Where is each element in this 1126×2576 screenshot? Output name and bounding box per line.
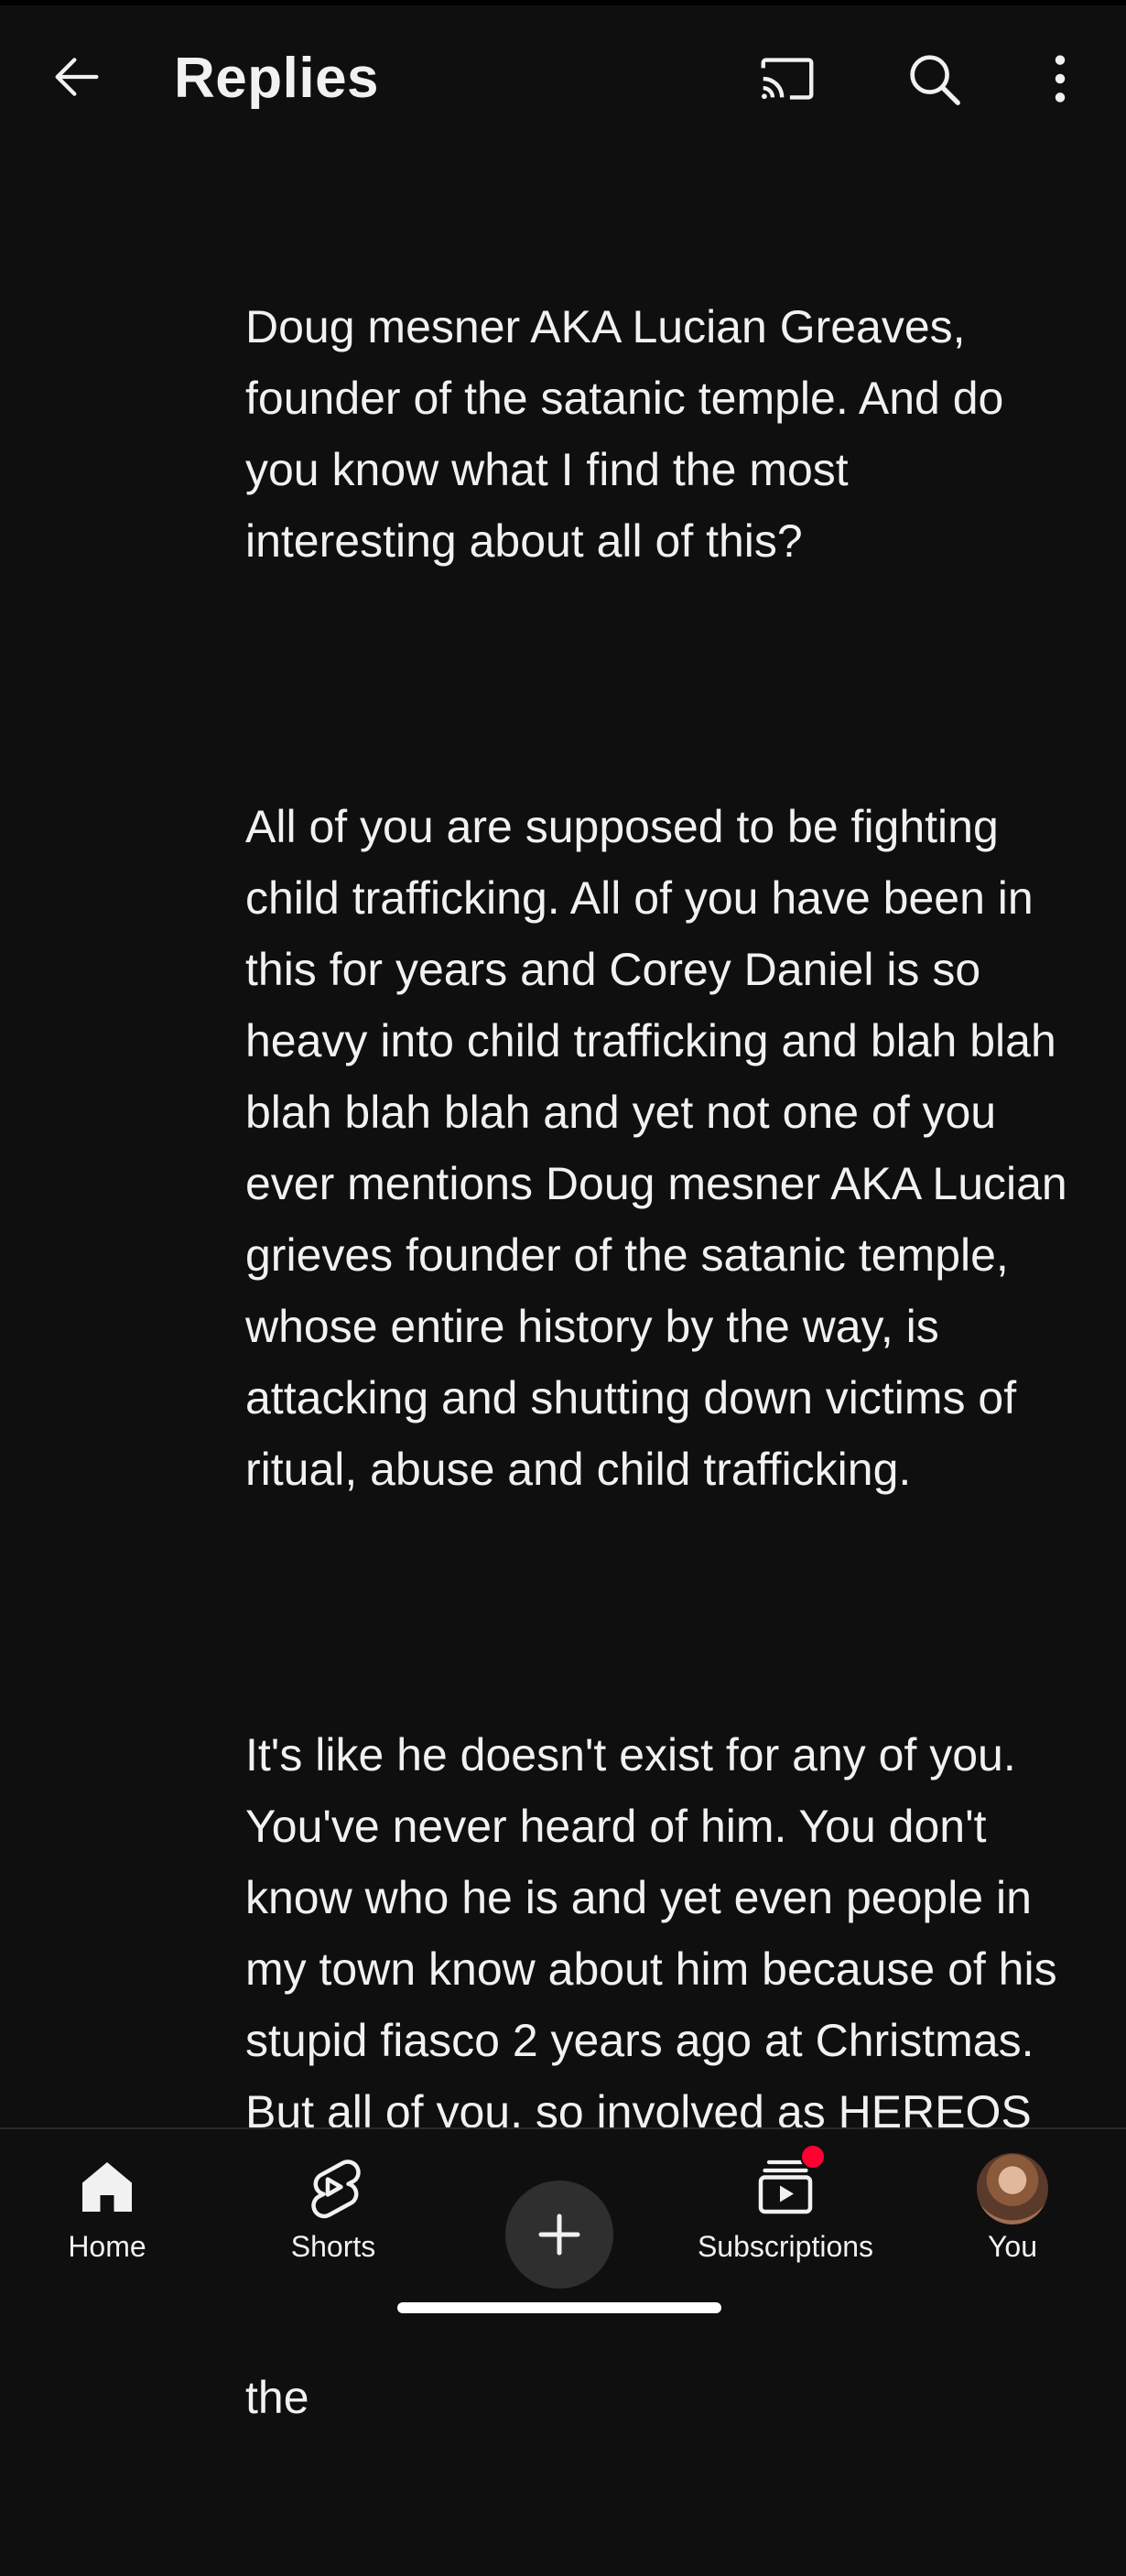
home-icon [82,2162,132,2212]
back-arrow-icon [55,58,99,96]
notification-dot [800,2144,826,2170]
more-options-button[interactable] [1023,42,1097,115]
shorts-icon [311,2159,361,2219]
comment-paragraph: Doug mesner AKA Lucian Greaves, founder … [245,301,1017,567]
nav-you-label: You [988,2230,1037,2263]
search-icon [910,55,960,105]
nav-shorts[interactable]: Shorts [233,2148,434,2285]
search-button[interactable] [897,42,970,115]
create-button[interactable] [505,2181,613,2289]
cast-button[interactable] [751,42,824,115]
more-vert-icon [1055,55,1066,103]
nav-you[interactable]: You [912,2148,1113,2285]
comment-paragraph: All of you are supposed to be fighting c… [245,801,1080,1495]
back-button[interactable] [42,42,112,112]
nav-subscriptions[interactable]: Subscriptions [685,2148,886,2285]
plus-icon [538,2213,580,2256]
nav-subscriptions-label: Subscriptions [697,2230,874,2263]
home-indicator[interactable] [397,2302,721,2313]
nav-home-label: Home [68,2230,146,2263]
top-app-bar: Replies [0,5,1126,152]
avatar [977,2153,1048,2224]
nav-shorts-label: Shorts [290,2230,376,2263]
cast-icon [761,58,814,100]
page-title: Replies [174,47,380,110]
nav-home[interactable]: Home [6,2148,208,2285]
